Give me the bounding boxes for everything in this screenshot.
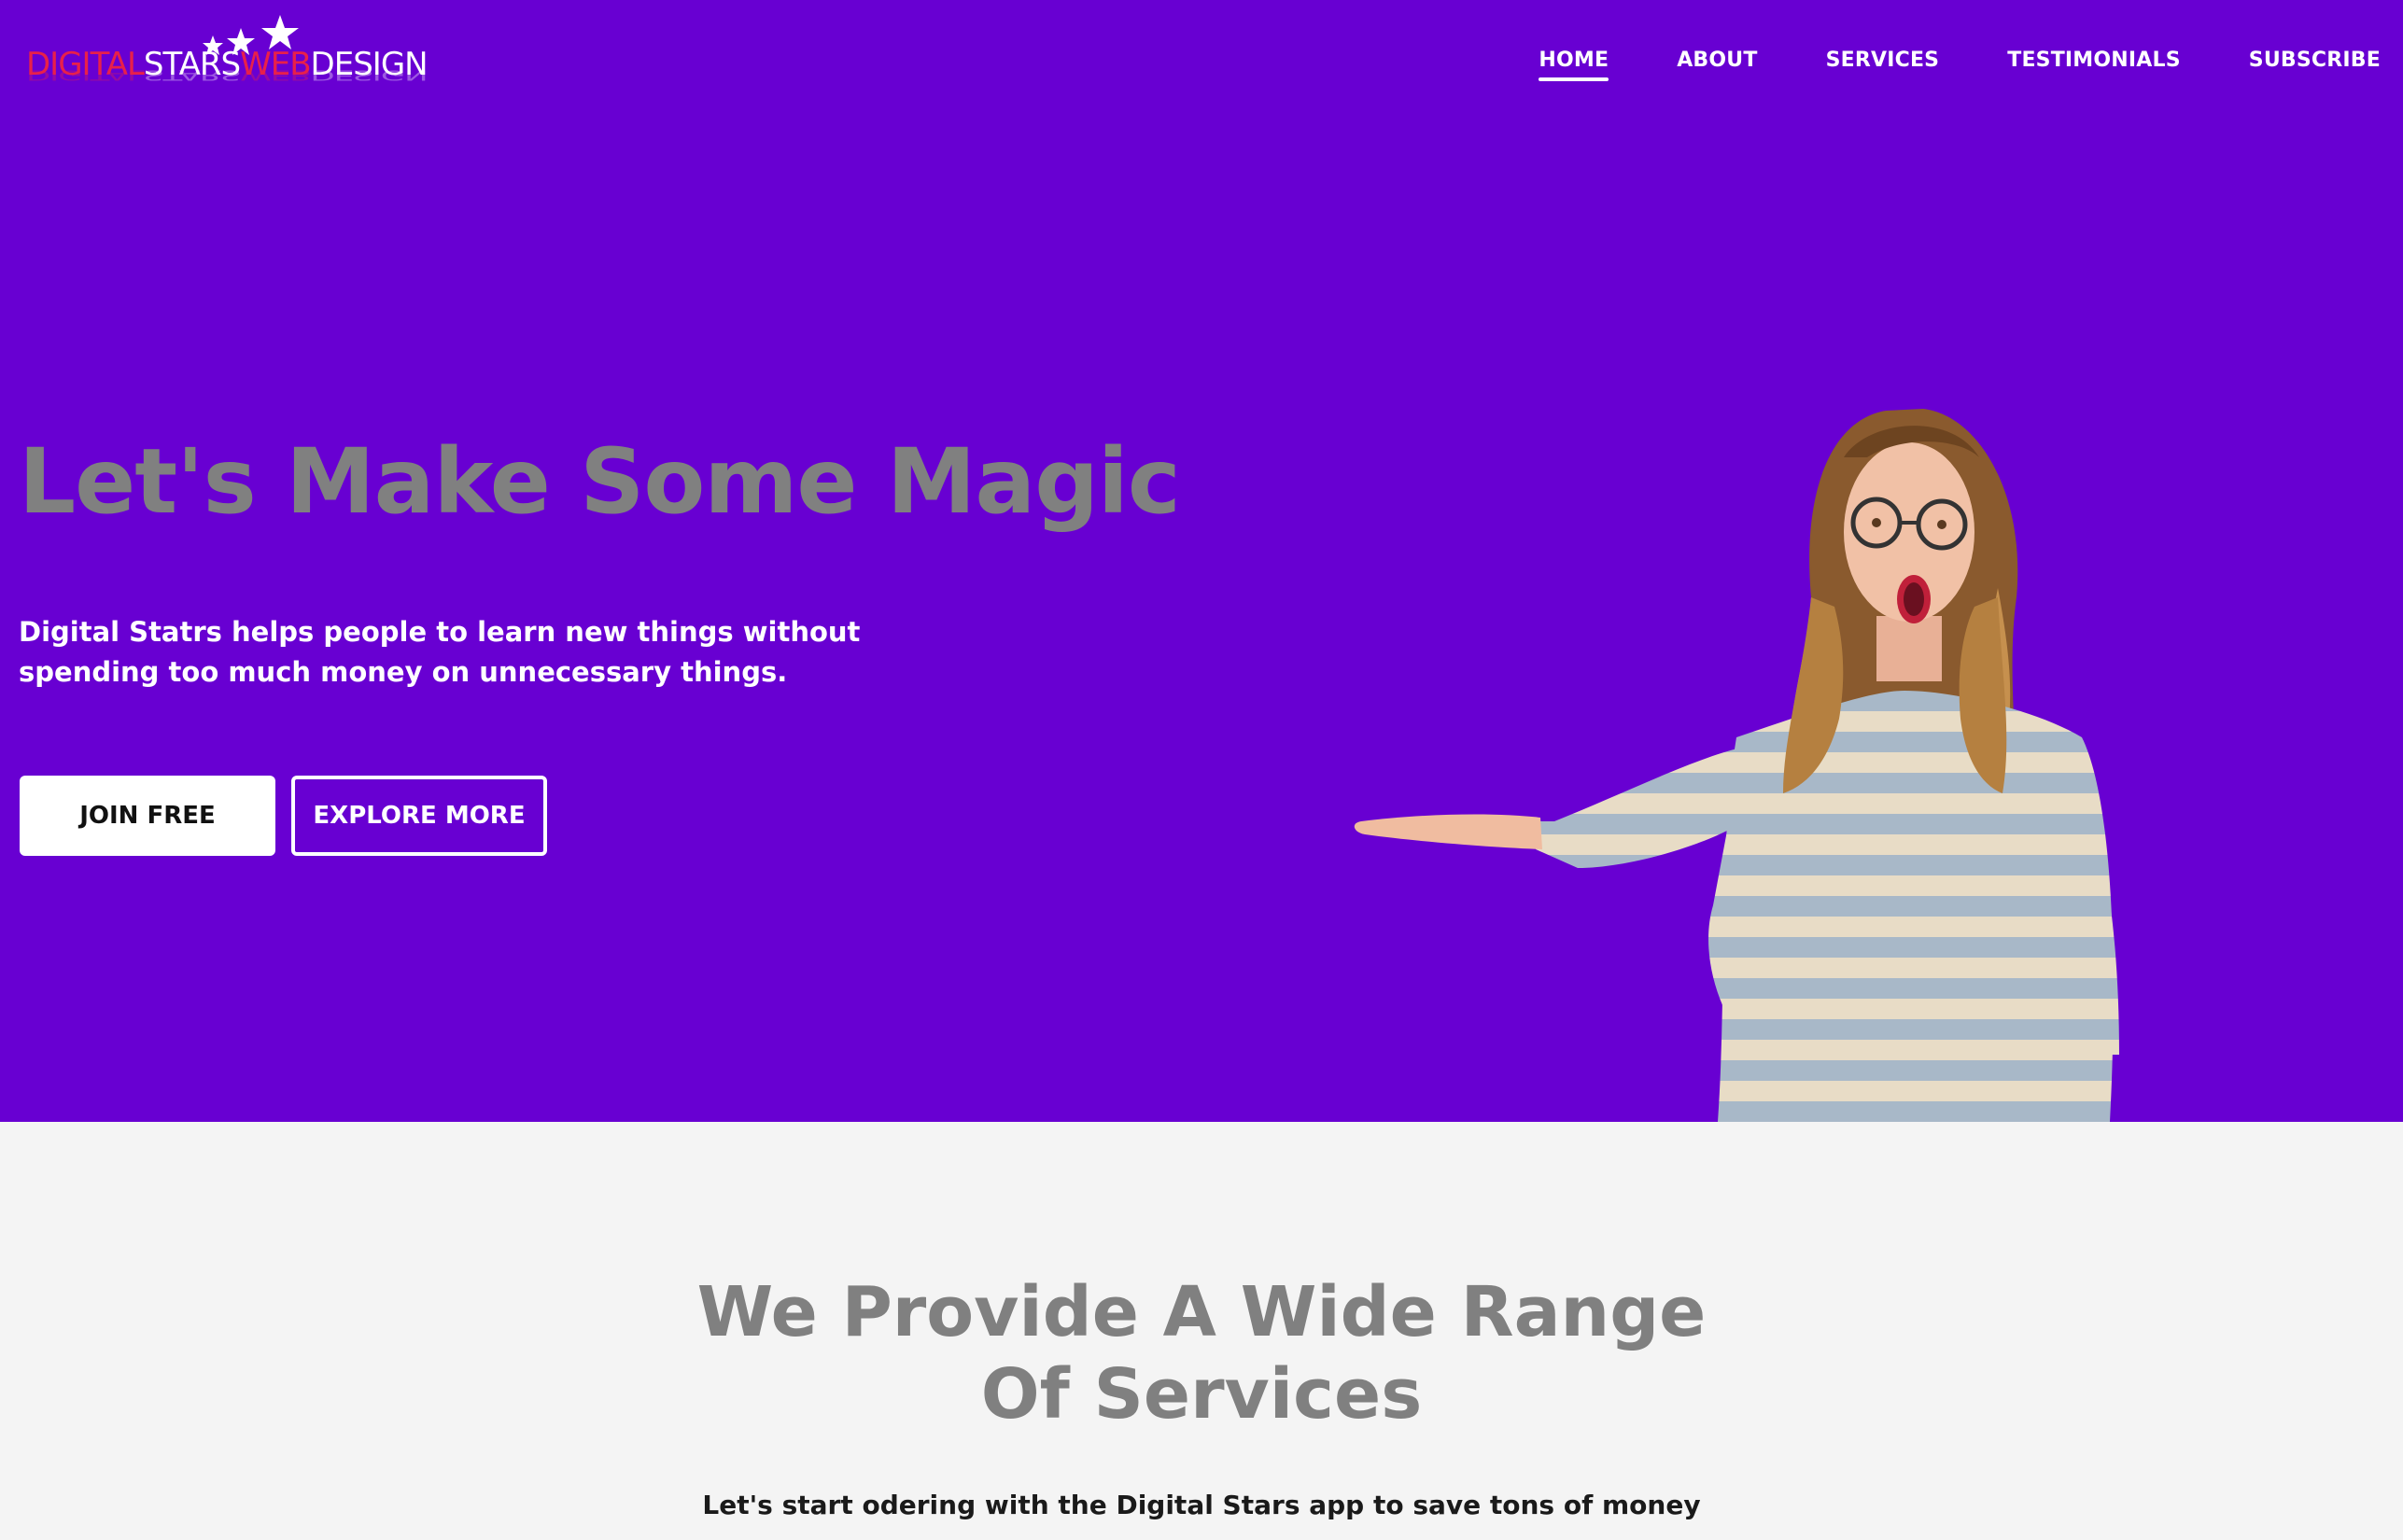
services-title-line1: We Provide A Wide Range [696, 1272, 1707, 1352]
join-free-button[interactable]: JOIN FREE [20, 776, 275, 856]
hero-section: DIGITALSTARSWEBDESIGN DIGITALSTARSWEBDES… [0, 0, 2403, 1122]
hero-title: Let's Make Some Magic [19, 429, 1181, 534]
services-section: We Provide A Wide Range Of Services Let'… [0, 1122, 2403, 1540]
main-nav: HOME ABOUT SERVICES TESTIMONIALS SUBSCRI… [1470, 49, 2381, 81]
logo-reflect-digital: DIGITAL [26, 66, 144, 84]
services-title: We Provide A Wide Range Of Services [0, 1271, 2403, 1435]
logo-reflection: DIGITALSTARSWEBDESIGN [26, 66, 428, 84]
services-title-line2: Of Services [980, 1354, 1423, 1435]
nav-subscribe[interactable]: SUBSCRIBE [2249, 49, 2381, 81]
hero-subtitle: Digital Statrs helps people to learn new… [19, 616, 861, 688]
nav-services[interactable]: SERVICES [1826, 49, 1940, 81]
nav-home[interactable]: HOME [1539, 49, 1609, 81]
nav-about[interactable]: ABOUT [1677, 49, 1757, 81]
nav-testimonials[interactable]: TESTIMONIALS [2007, 49, 2181, 81]
logo-reflect-web: WEB [240, 66, 311, 84]
surprised-woman-image [1354, 409, 2119, 1122]
explore-more-button[interactable]: EXPLORE MORE [291, 776, 547, 856]
logo-reflect-design: DESIGN [310, 66, 428, 84]
logo-reflect-stars: STARS [143, 66, 241, 84]
brand-logo[interactable]: DIGITALSTARSWEBDESIGN DIGITALSTARSWEBDES… [26, 15, 429, 101]
services-subtitle: Let's start odering with the Digital Sta… [702, 1490, 1701, 1520]
